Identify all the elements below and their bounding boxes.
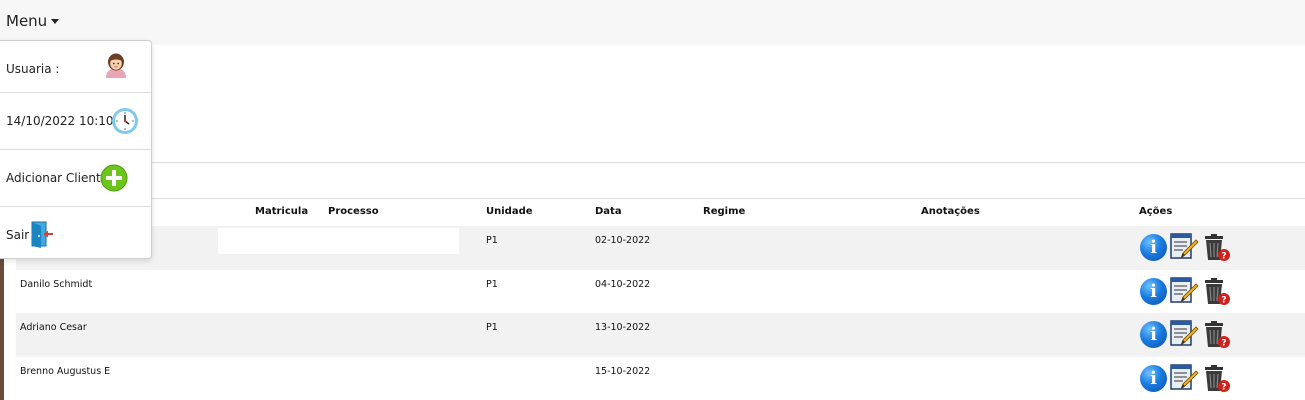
table-row: Danilo Schmidt P1 04-10-2022 i ? xyxy=(16,270,1305,313)
trash-icon[interactable]: ? xyxy=(1201,319,1231,349)
caret-down-icon xyxy=(51,19,60,24)
header-acoes: Ações xyxy=(1139,206,1173,217)
svg-text:?: ? xyxy=(1221,383,1226,393)
edit-icon[interactable] xyxy=(1169,363,1199,393)
left-accent-bar xyxy=(0,256,4,400)
add-client-label: Adicionar Cliente xyxy=(6,171,109,185)
cell-unidade: P1 xyxy=(486,235,498,246)
cell-data: 15-10-2022 xyxy=(595,366,651,377)
exit-door-icon xyxy=(31,221,53,248)
header-matricula: Matricula xyxy=(255,206,309,217)
divider xyxy=(0,162,1305,163)
svg-text:?: ? xyxy=(1221,339,1226,349)
datetime-text: 14/10/2022 10:10 xyxy=(6,114,114,128)
logout-label: Sair xyxy=(6,228,30,242)
info-icon[interactable]: i xyxy=(1140,233,1167,261)
cell-unidade: P1 xyxy=(486,322,498,333)
matricula-field[interactable] xyxy=(218,228,459,254)
info-icon[interactable]: i xyxy=(1140,364,1167,392)
svg-text:?: ? xyxy=(1221,296,1226,306)
edit-icon[interactable] xyxy=(1169,276,1199,306)
edit-icon[interactable] xyxy=(1169,319,1199,349)
menu-dropdown: Usuaria : 14/10/2022 10:10 Adicionar Cli… xyxy=(0,40,152,259)
table-row: Adriano Cesar P1 13-10-2022 i ? xyxy=(16,313,1305,357)
row-actions: i ? xyxy=(1140,232,1231,262)
row-actions: i ? xyxy=(1140,363,1231,393)
header-data: Data xyxy=(595,206,622,217)
cell-name: Adriano Cesar xyxy=(20,322,87,333)
row-actions: i ? xyxy=(1140,276,1231,306)
row-actions: i ? xyxy=(1140,319,1231,349)
trash-icon[interactable]: ? xyxy=(1201,276,1231,306)
plus-circle-icon xyxy=(100,164,128,192)
header-regime: Regime xyxy=(703,206,746,217)
table-row: P1 02-10-2022 i ? xyxy=(16,226,1305,270)
menu-item-logout[interactable]: Sair xyxy=(0,207,151,263)
header-unidade: Unidade xyxy=(486,206,533,217)
trash-icon[interactable]: ? xyxy=(1201,232,1231,262)
cell-data: 02-10-2022 xyxy=(595,235,651,246)
table-row: Brenno Augustus E 15-10-2022 i ? xyxy=(16,357,1305,400)
info-icon[interactable]: i xyxy=(1140,320,1167,348)
clock-icon xyxy=(112,108,138,134)
user-avatar-icon xyxy=(106,53,126,78)
header-processo: Processo xyxy=(328,206,379,217)
menu-item-datetime: 14/10/2022 10:10 xyxy=(0,93,151,149)
cell-name: Brenno Augustus E xyxy=(20,366,111,377)
header-anotacoes: Anotações xyxy=(921,206,980,217)
user-label: Usuaria : xyxy=(6,62,60,76)
menu-toggle-button[interactable]: Menu xyxy=(6,12,60,30)
menu-item-user: Usuaria : xyxy=(0,41,151,97)
menu-label: Menu xyxy=(6,12,48,30)
info-icon[interactable]: i xyxy=(1140,277,1167,305)
cell-unidade: P1 xyxy=(486,279,498,290)
trash-icon[interactable]: ? xyxy=(1201,363,1231,393)
edit-icon[interactable] xyxy=(1169,232,1199,262)
menu-item-add-client[interactable]: Adicionar Cliente xyxy=(0,150,151,206)
top-navbar: Menu xyxy=(0,0,1305,45)
table-header: Matricula Processo Unidade Data Regime A… xyxy=(0,206,1305,220)
cell-name: Danilo Schmidt xyxy=(20,279,93,290)
cell-data: 13-10-2022 xyxy=(595,322,651,333)
cell-data: 04-10-2022 xyxy=(595,279,651,290)
svg-text:?: ? xyxy=(1221,252,1226,262)
divider xyxy=(0,198,1305,199)
